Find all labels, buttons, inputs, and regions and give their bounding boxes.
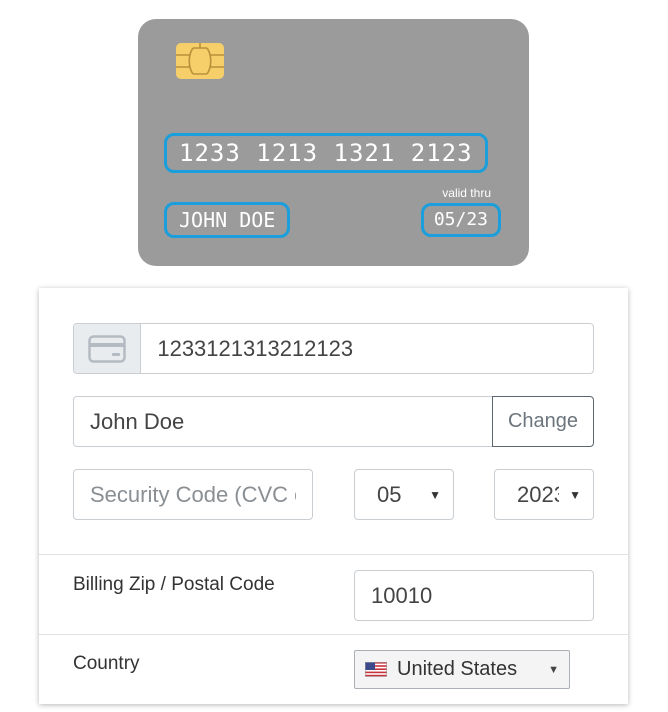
- zip-label: Billing Zip / Postal Code: [73, 574, 275, 595]
- chip-icon: [176, 43, 224, 79]
- month-select[interactable]: 05 ▼: [354, 469, 454, 520]
- chevron-down-icon: ▼: [429, 487, 441, 502]
- zip-field: [354, 570, 594, 621]
- zip-input[interactable]: [355, 571, 593, 620]
- name-field: [73, 396, 493, 447]
- country-label: Country: [73, 653, 140, 674]
- chevron-down-icon: ▼: [548, 663, 559, 676]
- name-input[interactable]: [74, 397, 492, 446]
- cvc-input[interactable]: [74, 470, 312, 519]
- year-select[interactable]: 2023 ▼: [494, 469, 594, 520]
- country-select[interactable]: United States ▼: [354, 650, 570, 689]
- card-number-display: 1233 1213 1321 2123: [164, 133, 488, 173]
- month-value: 05: [377, 481, 402, 507]
- card-number-group: [73, 323, 594, 374]
- valid-thru-label: valid thru: [442, 186, 491, 200]
- credit-card-icon: [88, 334, 126, 363]
- us-flag-icon: [365, 662, 387, 677]
- card-holder-display: JOHN DOE: [164, 202, 291, 238]
- card-preview: 1233 1213 1321 2123 JOHN DOE valid thru …: [138, 19, 529, 266]
- card-number-addon: [74, 324, 142, 373]
- cvc-field: [73, 469, 313, 520]
- change-button[interactable]: Change: [492, 396, 594, 447]
- country-value: United States: [397, 658, 518, 680]
- chevron-down-icon: ▼: [569, 487, 581, 502]
- card-number-input[interactable]: [141, 324, 593, 373]
- year-value: 2023: [517, 481, 559, 507]
- card-expiry-display: 05/23: [420, 203, 501, 237]
- payment-form: Change 05 ▼ 2023 ▼ Billing Zip / Postal …: [39, 288, 628, 704]
- divider: [39, 634, 628, 635]
- divider: [39, 554, 628, 555]
